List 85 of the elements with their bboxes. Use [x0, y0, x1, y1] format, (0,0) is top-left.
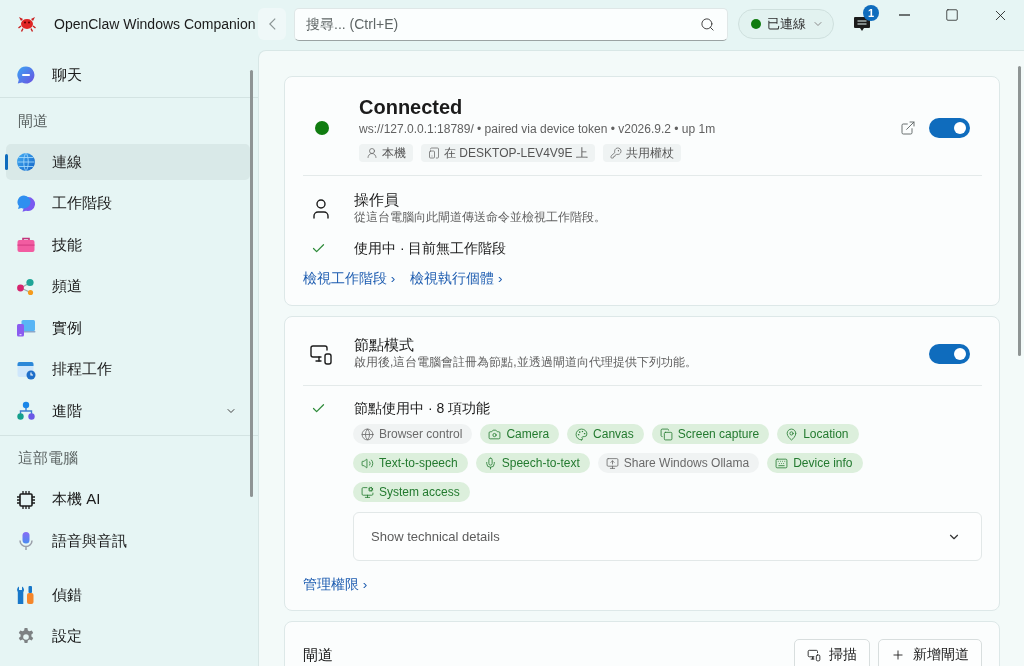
- sidebar-item[interactable]: 頻道: [6, 268, 250, 305]
- section-description: 從這台電腦向此閘道傳送命令並檢視工作階段。: [354, 209, 607, 226]
- feature-tag: Screen capture: [651, 424, 770, 444]
- section-title: 操作員: [354, 191, 400, 209]
- sidebar-item[interactable]: 排程工作: [6, 351, 250, 388]
- feature-tag: Device info: [767, 453, 863, 473]
- hierarchy-icon: [16, 401, 36, 421]
- chat-notification-icon: [853, 15, 871, 33]
- sidebar-item[interactable]: 進階: [6, 393, 250, 429]
- window-title: OpenClaw Windows Companion: [54, 16, 256, 32]
- manage-permissions-link[interactable]: 管理權限 ›: [303, 576, 368, 594]
- scrollbar-thumb[interactable]: [1018, 66, 1021, 356]
- sidebar-item[interactable]: 語音與音訊: [6, 523, 250, 559]
- connection-title: Connected: [359, 95, 464, 120]
- feature-tag: Browser control: [353, 424, 473, 444]
- wrench-screwdriver-icon: [16, 585, 36, 605]
- share-nodes-icon: [16, 276, 36, 297]
- feature-tag: Location: [777, 424, 859, 444]
- search-icon: [700, 16, 715, 32]
- connection-details: ws://127.0.0.1:18789/ • paired via device token • v2026.9.2 • up 1m: [359, 121, 717, 138]
- globe-icon: [16, 152, 36, 172]
- microphone-icon: [16, 531, 36, 551]
- info-tag: 共用權杖: [602, 144, 681, 162]
- feature-tag: Canvas: [567, 424, 644, 444]
- camera-icon: [488, 427, 502, 441]
- chat-bubbles-icon: [16, 193, 36, 214]
- plus-icon: [891, 648, 905, 662]
- sidebar-item[interactable]: 技能: [6, 227, 250, 263]
- status-text: 節點使用中 · 8 項功能: [354, 399, 491, 417]
- selection-indicator: [5, 154, 8, 170]
- info-tag: 在 DESKTOP-LEV4V9E 上: [421, 144, 595, 162]
- section-header: 閘道: [17, 111, 49, 131]
- person-icon: [366, 147, 378, 159]
- crab-logo-icon: [18, 16, 36, 32]
- search-field[interactable]: 搜尋... (Ctrl+E): [294, 7, 728, 41]
- chip-icon: [16, 489, 36, 510]
- notification-badge: 1: [863, 5, 879, 21]
- palette-icon: [575, 427, 589, 441]
- sidebar-item[interactable]: 實例: [6, 310, 250, 346]
- view-link[interactable]: 檢視工作階段 ›: [303, 270, 396, 288]
- section-description: 啟用後,這台電腦會註冊為節點,並透過閘道向代理提供下列功能。: [354, 354, 698, 371]
- feature-tag: Text-to-speech: [353, 453, 468, 473]
- sidebar-item[interactable]: 本機 AI: [6, 481, 250, 518]
- sidebar-item[interactable]: 偵錯: [6, 577, 250, 613]
- sidebar-item[interactable]: 設定: [6, 618, 250, 655]
- monitor-icon: [807, 648, 821, 662]
- card-title: 閘道: [303, 645, 333, 665]
- details-expander[interactable]: Show technical details: [353, 512, 982, 561]
- status-text: 使用中 · 目前無工作階段: [354, 239, 507, 257]
- map-pin-icon: [785, 427, 799, 441]
- overlapping-squares-icon: [659, 427, 673, 441]
- view-link[interactable]: 檢視執行個體 ›: [410, 270, 503, 288]
- add-gateway-button[interactable]: 新增閘道: [878, 639, 982, 666]
- briefcase-icon: [16, 235, 36, 255]
- chat-bubble-icon: [16, 65, 36, 85]
- speaker-icon: [361, 456, 374, 470]
- info-tag: 本機: [359, 144, 413, 162]
- minimize-icon: [898, 14, 910, 16]
- calendar-clock-icon: [16, 359, 36, 380]
- section-title: 節點模式: [354, 336, 415, 354]
- maximize-icon: [945, 8, 959, 22]
- external-link-icon: [900, 120, 916, 136]
- monitor-icon: [605, 456, 619, 470]
- sidebar-item[interactable]: 工作階段: [6, 185, 250, 222]
- sidebar-item[interactable]: 聊天: [6, 57, 250, 93]
- monitor-icon: [361, 485, 374, 499]
- feature-tag: System access: [353, 482, 470, 502]
- feature-tag: Camera: [480, 424, 560, 444]
- devices-icon: [16, 318, 36, 338]
- section-header: 這部電腦: [17, 449, 79, 468]
- keyboard-icon: [775, 456, 789, 470]
- feature-tag: Share Windows Ollama: [597, 453, 760, 473]
- back-button[interactable]: [258, 8, 286, 40]
- sidebar-item[interactable]: 連線: [6, 144, 250, 180]
- globe-icon: [361, 427, 374, 441]
- scrollbar-thumb[interactable]: [250, 70, 253, 497]
- microphone-icon: [483, 456, 497, 470]
- toggle-switch[interactable]: [929, 343, 970, 364]
- connection-status-button[interactable]: 已連線: [738, 9, 834, 39]
- scan-button[interactable]: 掃描: [794, 639, 870, 666]
- key-icon: [609, 147, 622, 159]
- feature-tag: Speech-to-text: [475, 453, 590, 473]
- devices-icon: [428, 147, 440, 159]
- open-external-button[interactable]: [900, 120, 916, 136]
- toggle-switch[interactable]: [929, 118, 970, 138]
